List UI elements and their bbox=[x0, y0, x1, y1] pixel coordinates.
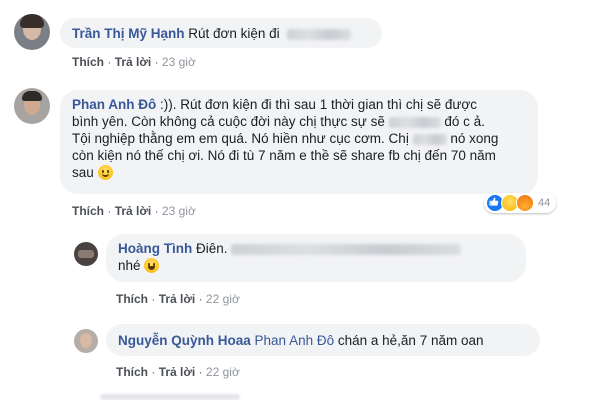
reply-link[interactable]: Trả lời bbox=[159, 365, 196, 379]
comment-text: chán a hẻ,ăn 7 năm oan bbox=[337, 333, 484, 348]
reply-bubble-2: Nguyễn Quỳnh Hoaa Phan Anh Đô chán a hẻ,… bbox=[106, 324, 540, 356]
reaction-count: 44 bbox=[538, 197, 551, 209]
comment-actions-2: Thích · Trả lời · 23 giờ bbox=[72, 204, 196, 218]
angry-reaction-icon bbox=[516, 194, 534, 212]
comment-text-start: Điên. bbox=[196, 241, 228, 256]
comment-text: Rút đơn kiện đi bbox=[188, 26, 280, 41]
comment-text-line3-end: nó xong bbox=[450, 131, 499, 146]
redacted-text bbox=[287, 28, 352, 40]
comment-text-line3: Tội nghiệp thằng em em quá. Nó hiền như … bbox=[72, 131, 409, 146]
comment-bubble-1: Trần Thị Mỹ Hạnh Rút đơn kiện đi bbox=[60, 18, 382, 48]
comment-time[interactable]: 23 giờ bbox=[162, 55, 196, 69]
comment-time[interactable]: 22 giờ bbox=[206, 365, 240, 379]
mention-link[interactable]: Phan Anh Đô bbox=[255, 333, 335, 348]
comment-actions-1: Thích · Trả lời · 23 giờ bbox=[72, 55, 196, 69]
comment-text-line2: nhé bbox=[118, 258, 141, 273]
like-link[interactable]: Thích bbox=[116, 292, 148, 306]
comment-time[interactable]: 22 giờ bbox=[206, 292, 240, 306]
reply-actions-2: Thích · Trả lời · 22 giờ bbox=[116, 365, 240, 379]
reply-link[interactable]: Trả lời bbox=[115, 55, 152, 69]
redacted-text bbox=[412, 133, 447, 145]
comment-author[interactable]: Trần Thị Mỹ Hạnh bbox=[72, 26, 185, 41]
redacted-text bbox=[388, 116, 441, 128]
reply-actions-1: Thích · Trả lời · 22 giờ bbox=[116, 292, 240, 306]
comment-time[interactable]: 23 giờ bbox=[162, 204, 196, 218]
next-comment-partial bbox=[100, 394, 240, 400]
comment-text-line2: bình yên. Còn không cả cuộc đời này chị … bbox=[72, 114, 385, 129]
comment-author[interactable]: Nguyễn Quỳnh Hoaa bbox=[118, 333, 251, 348]
haha-emoji-icon bbox=[144, 258, 160, 273]
reply-link[interactable]: Trả lời bbox=[159, 292, 196, 306]
like-link[interactable]: Thích bbox=[72, 204, 104, 218]
comment-bubble-2: Phan Anh Đô :)). Rút đơn kiện đi thì sau… bbox=[60, 90, 538, 194]
avatar-hoang-tinh[interactable] bbox=[74, 242, 98, 266]
comment-text-line1: :)). Rút đơn kiện đi thì sau 1 thời gian… bbox=[160, 97, 478, 112]
avatar-phan-anh-do[interactable] bbox=[14, 88, 50, 124]
reply-link[interactable]: Trả lời bbox=[115, 204, 152, 218]
avatar-face bbox=[78, 250, 94, 258]
avatar-nguyen-quynh-hoaa[interactable] bbox=[74, 329, 98, 353]
smile-emoji-icon bbox=[97, 165, 113, 180]
comment-text-line5: sau bbox=[72, 165, 94, 180]
reply-bubble-1: Hoàng Tình Điên. nhé bbox=[106, 234, 526, 282]
comment-text-line2-end: đó c ả. bbox=[444, 114, 485, 129]
avatar-hair bbox=[20, 14, 44, 28]
like-link[interactable]: Thích bbox=[116, 365, 148, 379]
comment-author[interactable]: Hoàng Tình bbox=[118, 241, 192, 256]
comment-text-line4: còn kiện nó thế chị ơi. Nó đi tù 7 năm e… bbox=[72, 148, 496, 163]
reactions-summary[interactable]: 44 bbox=[484, 193, 557, 213]
avatar-face bbox=[80, 333, 92, 348]
avatar-hair bbox=[22, 91, 42, 101]
avatar-tran-thi-my-hanh[interactable] bbox=[14, 14, 50, 50]
like-link[interactable]: Thích bbox=[72, 55, 104, 69]
comment-author[interactable]: Phan Anh Đô bbox=[72, 97, 156, 112]
redacted-text bbox=[231, 243, 462, 255]
